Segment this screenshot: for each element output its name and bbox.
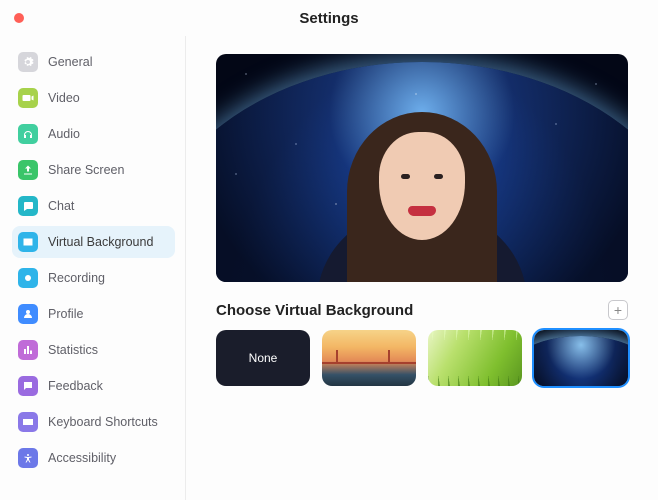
background-option-grass[interactable]: [428, 330, 522, 386]
settings-main: Choose Virtual Background + None: [186, 36, 658, 500]
sidebar-item-label: Accessibility: [48, 451, 116, 465]
feedback-icon: [18, 376, 38, 396]
sidebar-item-profile[interactable]: Profile: [12, 298, 175, 330]
sidebar-item-label: Chat: [48, 199, 74, 213]
person-graphic: [332, 102, 512, 282]
sidebar-item-feedback[interactable]: Feedback: [12, 370, 175, 402]
sidebar-item-accessibility[interactable]: Accessibility: [12, 442, 175, 474]
share-icon: [18, 160, 38, 180]
sidebar-item-audio[interactable]: Audio: [12, 118, 175, 150]
thumb-none-label: None: [249, 351, 278, 365]
video-icon: [18, 88, 38, 108]
sidebar-item-label: Recording: [48, 271, 105, 285]
stats-icon: [18, 340, 38, 360]
keyboard-icon: [18, 412, 38, 432]
sidebar-item-label: Statistics: [48, 343, 98, 357]
background-option-earth[interactable]: [534, 330, 628, 386]
sidebar-item-label: Virtual Background: [48, 235, 153, 249]
sidebar-item-keyboard-shortcuts[interactable]: Keyboard Shortcuts: [12, 406, 175, 438]
accessibility-icon: [18, 448, 38, 468]
sidebar-item-virtual-background[interactable]: Virtual Background: [12, 226, 175, 258]
earth-graphic: [216, 62, 628, 282]
sidebar-item-chat[interactable]: Chat: [12, 190, 175, 222]
add-background-button[interactable]: +: [608, 300, 628, 320]
sidebar-item-label: Keyboard Shortcuts: [48, 415, 158, 429]
close-window-dot[interactable]: [14, 13, 24, 23]
profile-icon: [18, 304, 38, 324]
sidebar-item-label: Share Screen: [48, 163, 124, 177]
settings-sidebar: General Video Audio Share Screen Chat Virtual…: [0, 36, 186, 500]
titlebar: Settings: [0, 0, 658, 36]
sidebar-item-share-screen[interactable]: Share Screen: [12, 154, 175, 186]
sidebar-item-statistics[interactable]: Statistics: [12, 334, 175, 366]
headphones-icon: [18, 124, 38, 144]
sidebar-item-recording[interactable]: Recording: [12, 262, 175, 294]
background-icon: [18, 232, 38, 252]
sidebar-item-video[interactable]: Video: [12, 82, 175, 114]
background-option-bridge[interactable]: [322, 330, 416, 386]
sidebar-item-label: Feedback: [48, 379, 103, 393]
sidebar-item-label: General: [48, 55, 92, 69]
sidebar-item-label: Audio: [48, 127, 80, 141]
section-title: Choose Virtual Background: [216, 302, 413, 319]
background-thumbnails: None: [216, 330, 628, 386]
gear-icon: [18, 52, 38, 72]
sidebar-item-general[interactable]: General: [12, 46, 175, 78]
sidebar-item-label: Profile: [48, 307, 83, 321]
window-title: Settings: [299, 10, 358, 27]
video-preview: [216, 54, 628, 282]
record-icon: [18, 268, 38, 288]
chat-icon: [18, 196, 38, 216]
background-option-none[interactable]: None: [216, 330, 310, 386]
sidebar-item-label: Video: [48, 91, 80, 105]
